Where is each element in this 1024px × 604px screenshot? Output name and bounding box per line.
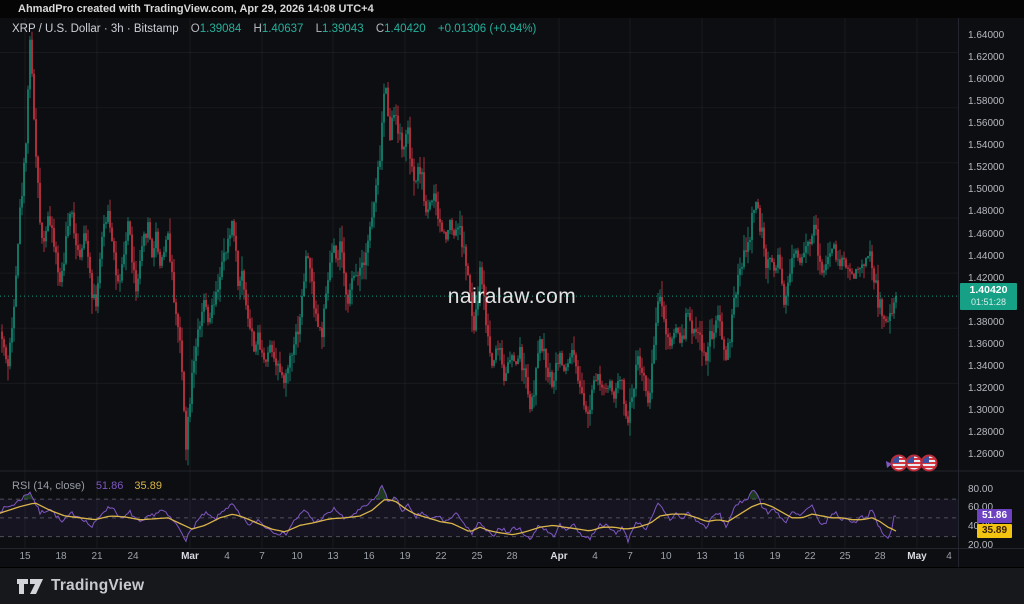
time-axis-label: 13: [696, 549, 707, 565]
time-axis-label: 4: [224, 549, 230, 565]
high-value: 1.40637: [262, 23, 304, 35]
rsi-value-label: 51.86: [977, 509, 1012, 523]
current-price-value: 1.40420: [960, 283, 1017, 297]
rsi-ma-value-label: 35.89: [977, 524, 1012, 538]
price-axis-label: 1.26000: [968, 449, 1004, 460]
rsi-title[interactable]: RSI (14, close): [12, 480, 85, 492]
time-axis-label: 28: [506, 549, 517, 565]
time-axis-label: 22: [804, 549, 815, 565]
time-axis-label: 25: [471, 549, 482, 565]
time-axis-label: 7: [259, 549, 265, 565]
close-value: 1.40420: [384, 23, 426, 35]
current-price-label: 1.40420 01:51:28: [960, 283, 1017, 310]
tradingview-logo-text[interactable]: TradingView: [51, 577, 144, 595]
time-axis-label: Mar: [181, 549, 199, 565]
footer-bar: TradingView: [0, 567, 1024, 604]
price-axis-label: 1.52000: [968, 162, 1004, 173]
attribution-text: AhmadPro created with TradingView.com, A…: [18, 3, 374, 15]
time-axis-label: 10: [660, 549, 671, 565]
watermark: nairalaw.com: [448, 285, 577, 309]
time-axis-label: 7: [627, 549, 633, 565]
price-axis-label: 1.62000: [968, 52, 1004, 63]
open-value: 1.39084: [200, 23, 242, 35]
time-axis-label: 25: [839, 549, 850, 565]
attribution-bar: AhmadPro created with TradingView.com, A…: [0, 0, 1024, 18]
rsi-axis-label: 80.00: [968, 484, 993, 495]
time-axis[interactable]: 15 18 21 24 Mar 4 7 10 13 16 19 22 25 28 Apr 4 7 10 13 16 19…: [0, 549, 958, 566]
time-axis-label: 15: [19, 549, 30, 565]
price-axis-label: 1.46000: [968, 229, 1004, 240]
rsi-ma-current-value: 35.89: [134, 480, 162, 492]
price-axis-label: 1.36000: [968, 339, 1004, 350]
price-axis-label: 1.58000: [968, 96, 1004, 107]
time-axis-label: 4: [946, 549, 952, 565]
price-axis-label: 1.48000: [968, 206, 1004, 217]
time-axis-label: 28: [874, 549, 885, 565]
time-axis-label: Apr: [550, 549, 567, 565]
symbol-title[interactable]: XRP / U.S. Dollar · 3h · Bitstamp: [12, 23, 179, 35]
price-axis-label: 1.42000: [968, 273, 1004, 284]
time-axis-label: 4: [592, 549, 598, 565]
time-axis-label: 10: [291, 549, 302, 565]
low-value: 1.39043: [322, 23, 364, 35]
close-label: C: [376, 23, 384, 35]
symbol-info[interactable]: XRP / U.S. Dollar · 3h · Bitstamp O1.390…: [12, 23, 536, 35]
time-axis-label: 16: [363, 549, 374, 565]
time-axis-label: 22: [435, 549, 446, 565]
price-axis-label: 1.50000: [968, 184, 1004, 195]
price-axis-label: 1.38000: [968, 317, 1004, 328]
price-axis-label: 1.28000: [968, 427, 1004, 438]
time-axis-label: 19: [769, 549, 780, 565]
bar-countdown: 01:51:28: [960, 297, 1017, 308]
price-axis-label: 1.34000: [968, 361, 1004, 372]
time-axis-label: 19: [399, 549, 410, 565]
time-axis-label: 13: [327, 549, 338, 565]
flag-emoji-icon: [892, 456, 937, 471]
rsi-axis-label: 20.00: [968, 540, 993, 551]
time-axis-label: 18: [55, 549, 66, 565]
tradingview-logo-icon[interactable]: [16, 576, 44, 596]
price-axis-label: 1.64000: [968, 30, 1004, 41]
open-label: O: [191, 23, 200, 35]
price-axis-label: 1.60000: [968, 74, 1004, 85]
price-axis-label: 1.44000: [968, 251, 1004, 262]
time-axis-label: 24: [127, 549, 138, 565]
high-label: H: [254, 23, 262, 35]
rsi-indicator-header[interactable]: RSI (14, close) 51.86 35.89: [12, 480, 162, 492]
change-value: +0.01306 (+0.94%): [438, 23, 536, 35]
flag-sticker-icons[interactable]: [884, 452, 942, 483]
rsi-current-value: 51.86: [96, 480, 124, 492]
tradingview-chart-screen: AhmadPro created with TradingView.com, A…: [0, 0, 1024, 604]
price-axis-label: 1.32000: [968, 383, 1004, 394]
price-axis-label: 1.56000: [968, 118, 1004, 129]
time-axis-label: May: [907, 549, 926, 565]
price-axis-label: 1.54000: [968, 140, 1004, 151]
time-axis-label: 21: [91, 549, 102, 565]
time-axis-label: 16: [733, 549, 744, 565]
price-axis-label: 1.30000: [968, 405, 1004, 416]
